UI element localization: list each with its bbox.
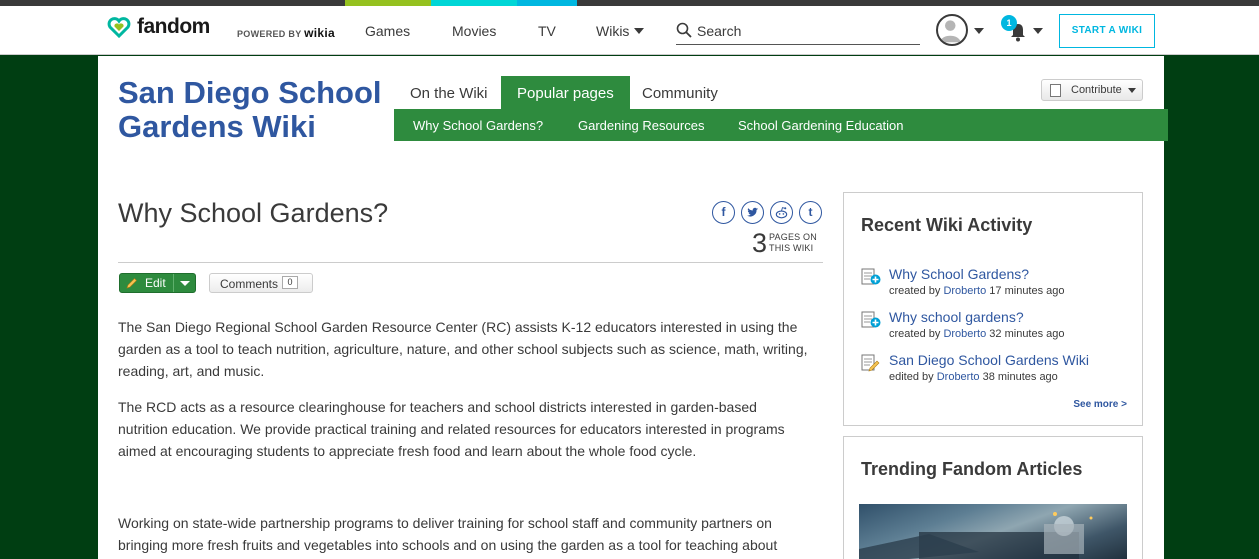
article-paragraph: The San Diego Regional School Garden Res… [118, 319, 808, 379]
chevron-down-icon [634, 28, 645, 34]
search-input[interactable] [697, 20, 917, 42]
subnav-school-gardening-education[interactable]: School Gardening Education [738, 109, 904, 142]
twitter-icon[interactable] [741, 201, 764, 224]
contribute-label: Contribute [1071, 84, 1122, 96]
user-avatar[interactable] [936, 14, 968, 46]
activity-title-link[interactable]: Why school gardens? [889, 309, 1024, 325]
recent-wiki-activity-module: Recent Wiki Activity Why School Gardens?… [843, 192, 1143, 426]
document-icon [1050, 84, 1061, 97]
search-box[interactable] [676, 20, 920, 45]
article-paragraph: The RCD acts as a resource clearinghouse… [118, 399, 785, 459]
activity-time: 17 minutes ago [989, 285, 1065, 297]
chevron-down-icon[interactable] [974, 28, 984, 34]
comments-button[interactable]: Comments 0 [209, 273, 313, 293]
activity-meta: edited by Droberto 38 minutes ago [889, 371, 1058, 383]
nav-wikis-label: Wikis [596, 23, 630, 39]
pencil-icon [126, 278, 137, 289]
edit-page-icon [861, 354, 880, 372]
subnav-gardening-resources[interactable]: Gardening Resources [578, 109, 704, 142]
fandom-logo[interactable]: fandom [107, 15, 210, 39]
activity-action: edited by [889, 371, 934, 383]
activity-action: created by [889, 328, 941, 340]
reddit-icon[interactable] [770, 201, 793, 224]
activity-user-link[interactable]: Droberto [943, 285, 986, 297]
activity-user-link[interactable]: Droberto [943, 328, 986, 340]
activity-action: created by [889, 285, 941, 297]
trending-articles-module: Trending Fandom Articles [843, 436, 1143, 559]
user-silhouette-icon [939, 20, 961, 43]
nav-games[interactable]: Games [365, 23, 410, 39]
edit-label: Edit [145, 276, 166, 290]
pages-count: 3 [752, 228, 768, 258]
powered-by-prefix: POWERED BY [237, 29, 302, 39]
new-page-icon [861, 268, 881, 285]
tab-on-the-wiki[interactable]: On the Wiki [394, 76, 504, 109]
pages-label-line-1: PAGES ON [769, 232, 817, 242]
activity-meta: created by Droberto 17 minutes ago [889, 285, 1065, 297]
wiki-page: San Diego School Gardens Wiki On the Wik… [98, 56, 1168, 559]
nav-wikis[interactable]: Wikis [596, 23, 645, 39]
title-divider [118, 262, 823, 263]
recent-activity-heading: Recent Wiki Activity [861, 215, 1033, 235]
tumblr-icon[interactable]: t [799, 201, 822, 224]
activity-user-link[interactable]: Droberto [937, 371, 980, 383]
comments-count: 0 [282, 276, 298, 289]
activity-title-link[interactable]: San Diego School Gardens Wiki [889, 352, 1089, 368]
trending-image-art [859, 512, 1093, 559]
trending-heading: Trending Fandom Articles [861, 459, 1083, 479]
twitter-bird-glyph [746, 207, 759, 217]
nav-movies[interactable]: Movies [452, 23, 496, 39]
powered-by-wikia: POWERED BY wikia [237, 26, 335, 40]
wikia-wordmark: wikia [304, 26, 336, 40]
activity-time: 38 minutes ago [982, 371, 1058, 383]
search-icon [676, 22, 692, 38]
tab-popular-pages[interactable]: Popular pages [501, 76, 630, 109]
start-a-wiki-button[interactable]: START A WIKI [1059, 14, 1155, 48]
article-paragraph: Working on state-wide partnership progra… [118, 515, 778, 553]
tab-community[interactable]: Community [626, 76, 734, 109]
edit-button-divider [173, 274, 174, 292]
facebook-icon[interactable]: f [712, 201, 735, 224]
page-title: Why School Gardens? [118, 198, 389, 228]
wiki-title[interactable]: San Diego School Gardens Wiki [118, 76, 388, 144]
activity-title-link[interactable]: Why School Gardens? [889, 266, 1029, 282]
nav-tv[interactable]: TV [538, 23, 556, 39]
global-navigation: fandom POWERED BY wikia Games Movies TV … [0, 6, 1259, 55]
trending-article-thumbnail[interactable] [859, 504, 1127, 559]
chevron-down-icon[interactable] [180, 281, 190, 286]
fandom-heart-icon [107, 17, 131, 39]
subnav-bar: Why School Gardens? Gardening Resources … [394, 109, 1168, 141]
see-more-link[interactable]: See more > [1073, 399, 1127, 410]
fandom-wordmark: fandom [137, 15, 210, 38]
activity-meta: created by Droberto 32 minutes ago [889, 328, 1065, 340]
notification-count-badge: 1 [1001, 15, 1017, 31]
activity-time: 32 minutes ago [989, 328, 1065, 340]
new-page-icon [861, 311, 881, 328]
pages-label: PAGES ON THIS WIKI [769, 232, 817, 254]
chevron-down-icon [1128, 88, 1136, 93]
reddit-alien-glyph [775, 207, 788, 219]
comments-label: Comments [220, 277, 279, 291]
chevron-down-icon[interactable] [1033, 28, 1043, 34]
pages-label-line-2: THIS WIKI [769, 243, 814, 253]
edit-button[interactable]: Edit [119, 273, 196, 293]
subnav-why-school-gardens[interactable]: Why School Gardens? [413, 109, 543, 142]
contribute-button[interactable]: Contribute [1041, 79, 1143, 101]
